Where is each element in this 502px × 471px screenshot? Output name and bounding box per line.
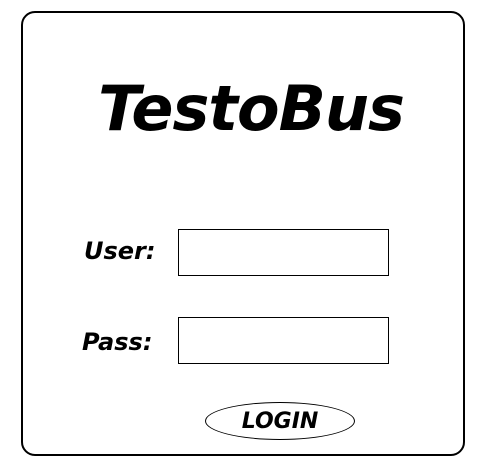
pass-label: Pass: <box>82 328 153 356</box>
user-label: User: <box>84 237 156 265</box>
app-title: TestoBus <box>98 72 405 145</box>
pass-input[interactable] <box>178 317 389 364</box>
user-input[interactable] <box>178 229 389 276</box>
login-button[interactable]: LOGIN <box>205 402 355 440</box>
